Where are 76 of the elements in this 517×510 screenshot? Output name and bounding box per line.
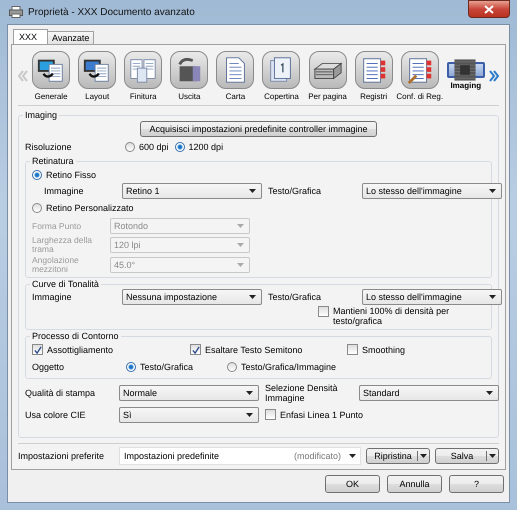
dropdown[interactable]: Normale bbox=[119, 385, 259, 401]
radio-button[interactable] bbox=[32, 202, 42, 212]
checkbox[interactable] bbox=[32, 344, 43, 355]
field-label: Qualità di stampa bbox=[25, 388, 96, 398]
field-label: Impostazioni preferite bbox=[18, 451, 106, 461]
option-label: 1200 dpi bbox=[188, 142, 224, 152]
option-label: Testo/Grafica bbox=[140, 362, 194, 372]
split-button[interactable]: Ripristina bbox=[366, 448, 430, 464]
caret-icon bbox=[489, 295, 496, 299]
favorites-dropdown[interactable]: Impostazioni predefinite (modificato) bbox=[119, 447, 361, 465]
group-title: Curve di Tonalità bbox=[31, 279, 100, 289]
tab[interactable]: Avanzate bbox=[47, 31, 94, 44]
option-label: Assottigliamento bbox=[47, 344, 114, 354]
window-title: Proprietà - XXX Documento avanzato bbox=[28, 6, 195, 18]
field-label: Selezione Densità Immagine bbox=[265, 383, 339, 403]
dialog-button[interactable]: OK bbox=[325, 475, 380, 493]
close-icon bbox=[484, 4, 494, 14]
radio-button[interactable] bbox=[227, 362, 237, 372]
dropdown[interactable]: Retino 1 bbox=[122, 183, 262, 199]
caret-icon bbox=[486, 391, 493, 395]
dialog-button[interactable]: Annulla bbox=[387, 475, 442, 493]
option-label: Retino Personalizzato bbox=[46, 202, 134, 212]
close-button[interactable] bbox=[468, 0, 510, 18]
field-label: Larghezza della trama bbox=[32, 236, 94, 254]
field-label: Immagine bbox=[32, 292, 73, 302]
checkbox[interactable] bbox=[347, 344, 358, 355]
dropdown[interactable]: Lo stesso dell'immagine bbox=[362, 289, 502, 305]
option-label: Testo/Grafica/Immagine bbox=[241, 362, 336, 372]
caret-icon bbox=[420, 454, 427, 458]
caret-icon bbox=[249, 189, 256, 193]
checkmark-icon bbox=[192, 346, 200, 354]
group-title: Imaging bbox=[24, 110, 58, 120]
dialog-button[interactable]: ? bbox=[449, 475, 504, 493]
radio-button[interactable] bbox=[125, 142, 135, 152]
checkbox[interactable] bbox=[265, 409, 276, 420]
dropdown[interactable]: Standard bbox=[359, 385, 499, 401]
field-label: Forma Punto bbox=[32, 222, 82, 230]
field-label: Oggetto bbox=[32, 362, 66, 372]
group-title: Retinatura bbox=[31, 156, 75, 166]
field-label: Testo/Grafica bbox=[268, 292, 322, 302]
caret-icon bbox=[249, 295, 256, 299]
radio-button[interactable] bbox=[174, 142, 185, 152]
caret-icon bbox=[246, 391, 253, 395]
group-title: Processo di Contorno bbox=[31, 331, 120, 341]
field-label: Testo/Grafica bbox=[268, 186, 322, 196]
option-label: Retino Fisso bbox=[46, 170, 96, 180]
tab[interactable]: XXX bbox=[13, 29, 48, 44]
field-label: Immagine bbox=[44, 186, 85, 196]
field-label: Angolazione mezzitoni bbox=[32, 256, 80, 274]
dropdown[interactable]: Nessuna impostazione bbox=[122, 289, 262, 305]
field-label: Risoluzione bbox=[25, 142, 73, 152]
checkmark-icon bbox=[34, 346, 42, 354]
checkbox[interactable] bbox=[318, 306, 329, 317]
caret-icon bbox=[237, 243, 244, 247]
caret-icon bbox=[489, 189, 496, 193]
checkbox[interactable] bbox=[190, 344, 201, 355]
split-button[interactable]: Salva bbox=[435, 448, 499, 464]
scroll-right-icon[interactable] bbox=[488, 70, 499, 82]
caret-icon bbox=[246, 412, 253, 416]
option-label: Mantieni 100% di densità per testo/grafica bbox=[333, 306, 450, 326]
option-label: Smoothing bbox=[362, 344, 406, 354]
caret-icon bbox=[489, 454, 496, 458]
caret-icon bbox=[349, 454, 356, 458]
caret-icon bbox=[237, 224, 244, 228]
option-label: Esaltare Testo Semitono bbox=[205, 344, 302, 354]
acquire-settings-button[interactable]: Acquisisci impostazioni predefinite controller immagine bbox=[140, 121, 377, 137]
dropdown[interactable]: Sì bbox=[119, 406, 259, 422]
field-label: Usa colore CIE bbox=[25, 410, 87, 420]
radio-button[interactable] bbox=[126, 362, 136, 372]
caret-icon bbox=[237, 263, 244, 267]
option-label: 600 dpi bbox=[139, 142, 169, 152]
dropdown[interactable]: Lo stesso dell'immagine bbox=[362, 183, 502, 199]
printer-icon bbox=[9, 6, 23, 18]
radio-button[interactable] bbox=[32, 170, 42, 180]
category-button[interactable]: Imaging bbox=[442, 62, 489, 90]
option-label: Enfasi Linea 1 Punto bbox=[280, 410, 364, 420]
